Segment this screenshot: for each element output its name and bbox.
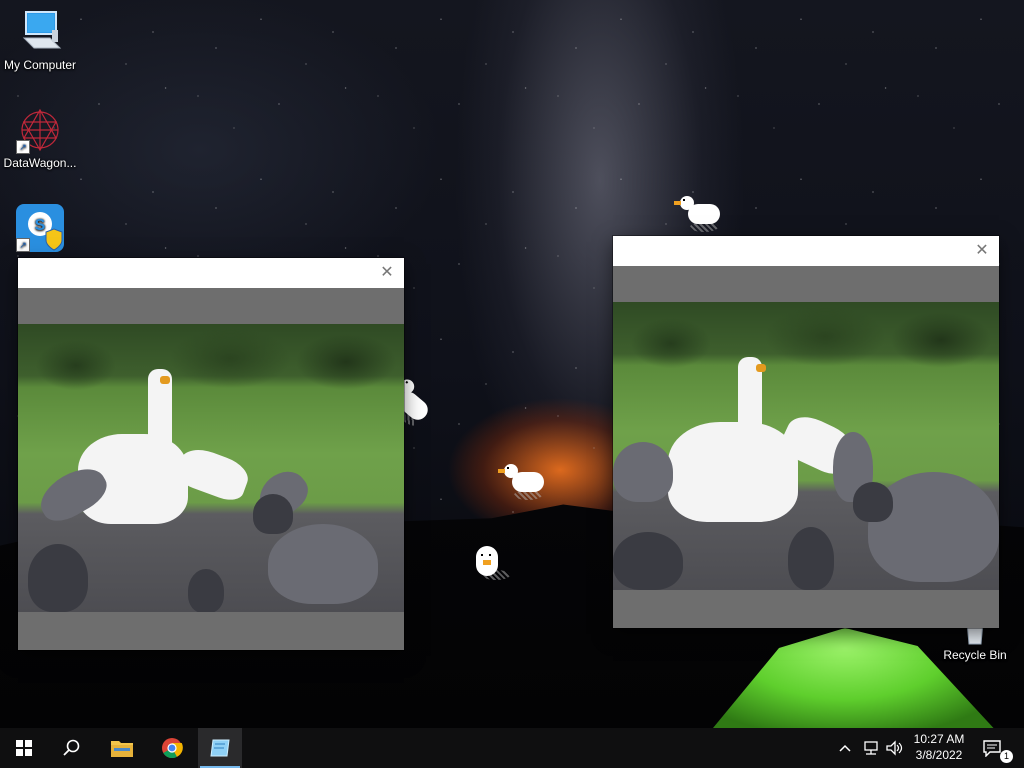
notification-icon bbox=[983, 740, 1001, 757]
window-titlebar[interactable]: ✕ bbox=[18, 258, 404, 288]
chrome-icon bbox=[162, 738, 183, 759]
network-status[interactable] bbox=[862, 728, 880, 768]
shortcut-arrow-icon: ↗ bbox=[16, 140, 30, 154]
chevron-up-icon bbox=[839, 744, 851, 752]
close-icon[interactable]: ✕ bbox=[971, 240, 993, 262]
volume-control[interactable] bbox=[886, 728, 904, 768]
search-icon bbox=[63, 739, 80, 756]
desktop-icon-label: DataWagon... bbox=[3, 156, 77, 170]
clock-date: 3/8/2022 bbox=[915, 748, 963, 762]
network-icon bbox=[864, 741, 878, 755]
taskbar: 10:27 AM 3/8/2022 1 bbox=[0, 728, 1024, 768]
desktop-icon-my-computer[interactable]: My Computer bbox=[0, 8, 80, 72]
desktop-icon-label: My Computer bbox=[3, 58, 77, 72]
datawagon-icon: ↗ bbox=[16, 106, 64, 154]
desktop-goose[interactable] bbox=[498, 462, 546, 500]
desktop-goose[interactable] bbox=[470, 542, 514, 580]
app-button-active[interactable] bbox=[198, 728, 242, 768]
tray-chevron[interactable] bbox=[838, 728, 852, 768]
video-window-right[interactable]: ✕ bbox=[613, 236, 999, 628]
notification-count-badge: 1 bbox=[1000, 750, 1013, 763]
desktop[interactable]: My Computer ↗ DataWagon... S ↗ Recycle B… bbox=[0, 0, 1024, 728]
start-button[interactable] bbox=[0, 728, 48, 768]
taskbar-clock[interactable]: 10:27 AM 3/8/2022 bbox=[904, 731, 974, 763]
desktop-goose[interactable] bbox=[674, 194, 722, 232]
goose-video-frame bbox=[613, 302, 999, 590]
shortcut-arrow-icon: ↗ bbox=[16, 238, 30, 252]
desktop-icon-label: Recycle Bin bbox=[943, 648, 1007, 662]
goose-video-frame bbox=[18, 324, 404, 612]
close-icon[interactable]: ✕ bbox=[376, 262, 398, 284]
folder-icon bbox=[111, 741, 133, 757]
chrome-button[interactable] bbox=[148, 728, 196, 768]
computer-icon bbox=[16, 8, 64, 56]
windows-start-icon bbox=[16, 740, 32, 756]
search-button[interactable] bbox=[48, 728, 96, 768]
speaker-icon bbox=[886, 740, 903, 756]
desktop-icon-shield-app[interactable]: S ↗ bbox=[0, 204, 80, 254]
file-explorer-button[interactable] bbox=[98, 728, 146, 768]
notepad-app-icon bbox=[210, 739, 230, 757]
window-titlebar[interactable]: ✕ bbox=[613, 236, 999, 266]
svg-text:S: S bbox=[35, 217, 46, 234]
action-center-button[interactable] bbox=[982, 728, 1002, 768]
desktop-icon-datawagon[interactable]: ↗ DataWagon... bbox=[0, 106, 80, 170]
video-window-left[interactable]: ✕ bbox=[18, 258, 404, 650]
clock-time: 10:27 AM bbox=[913, 732, 965, 746]
shield-app-icon: S ↗ bbox=[16, 204, 64, 252]
